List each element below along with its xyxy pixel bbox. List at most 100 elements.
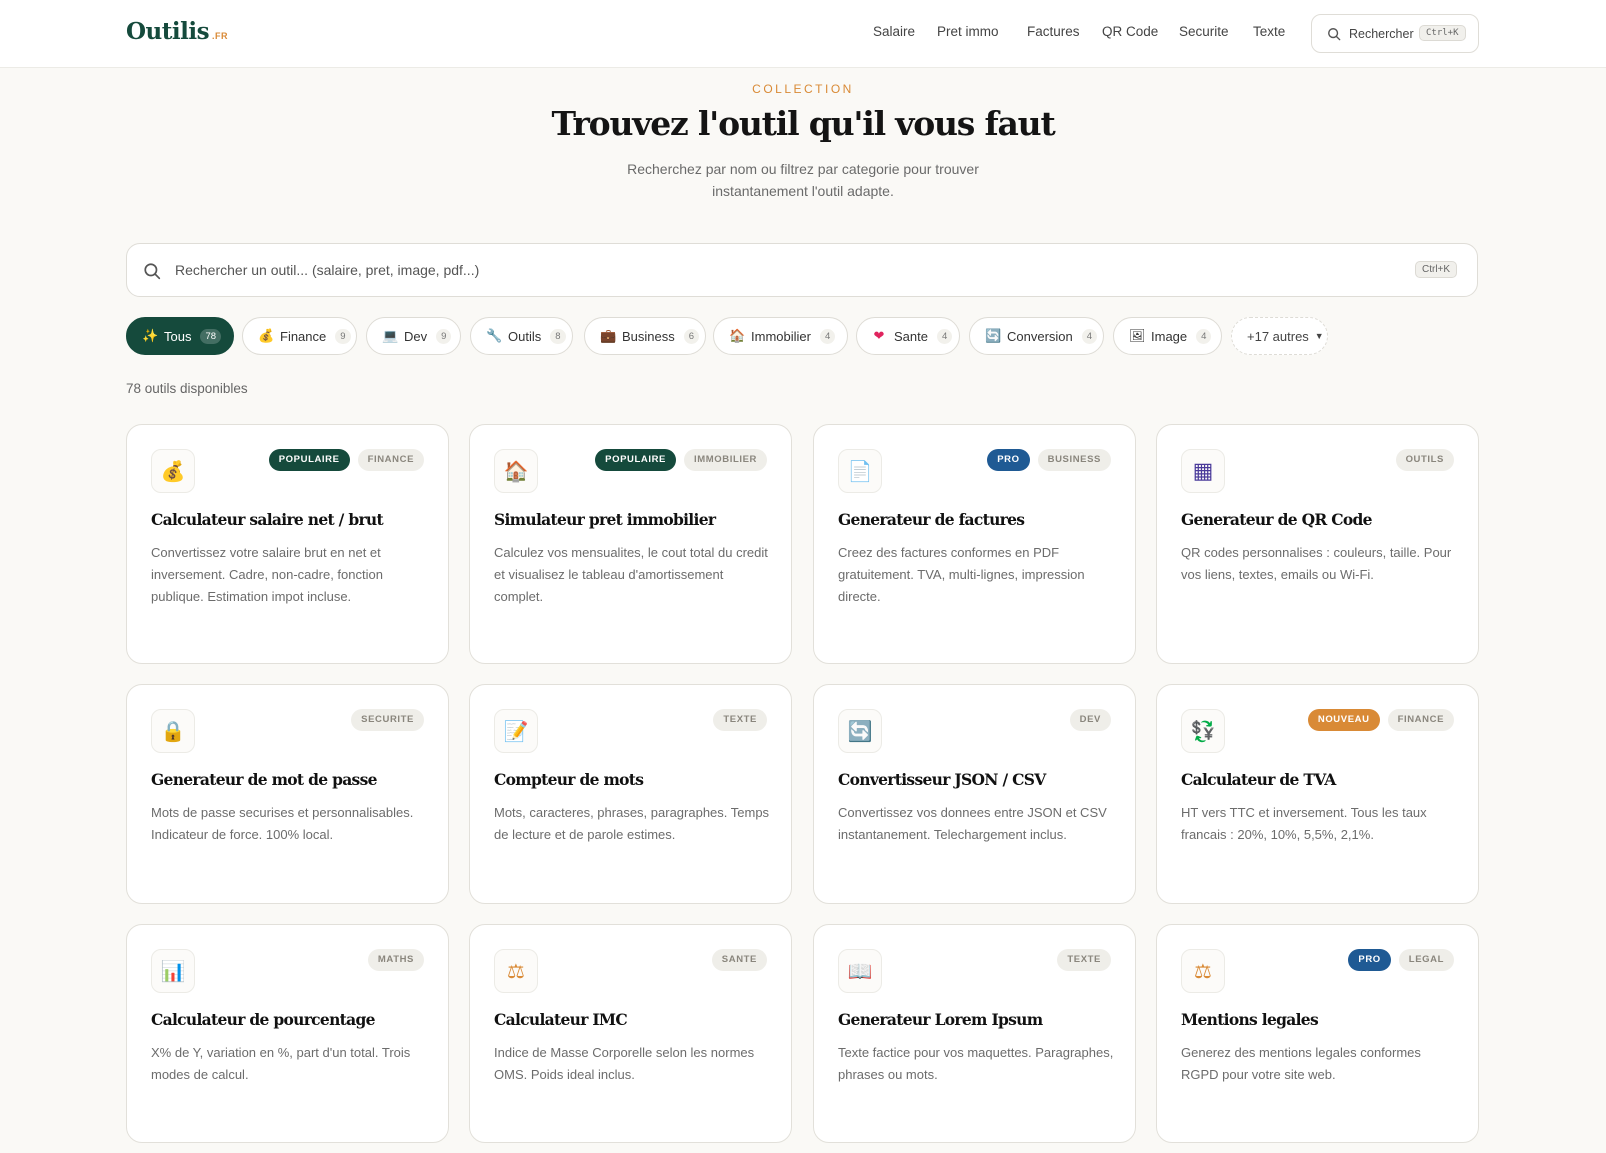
badge-category: SANTE	[711, 949, 767, 971]
nav-link-pret-immo[interactable]: Pret immo	[937, 24, 999, 39]
nav-link-texte[interactable]: Texte	[1253, 24, 1285, 39]
nav-link-securite[interactable]: Securite	[1179, 24, 1229, 39]
filter-chip-label: Conversion	[1007, 328, 1073, 344]
briefcase-icon: 💼	[600, 328, 617, 343]
money-bag-icon: 💰	[151, 449, 195, 493]
nav-link-factures[interactable]: Factures	[1027, 24, 1080, 39]
card-title: Generateur Lorem Ipsum	[838, 1010, 1043, 1029]
filter-chip-count: 9	[335, 328, 351, 344]
header-search-shortcut: Ctrl+K	[1419, 25, 1466, 41]
wrench-icon: 🔧	[486, 328, 503, 343]
card-badges: POPULAIRE IMMOBILIER	[595, 449, 767, 471]
filter-chip-label: Outils	[508, 328, 542, 344]
money-bag-icon: 💰	[258, 328, 275, 343]
tool-card[interactable]: 📝 TEXTE Compteur de mots Mots, caractere…	[469, 684, 792, 904]
tool-card[interactable]: 🔄 DEV Convertisseur JSON / CSV Convertis…	[813, 684, 1136, 904]
header-search-label: Rechercher	[1349, 27, 1414, 41]
tool-search-box[interactable]: Ctrl+K	[126, 243, 1478, 297]
badge-populaire: POPULAIRE	[268, 449, 350, 471]
filter-chip-conversion[interactable]: 🔄 Conversion 4	[969, 317, 1104, 355]
tool-card[interactable]: 📊 MATHS Calculateur de pourcentage X% de…	[126, 924, 449, 1143]
header-search-button[interactable]: Rechercher Ctrl+K	[1311, 14, 1479, 53]
card-description: Mots, caracteres, phrases, paragraphes. …	[494, 805, 770, 842]
nav-link-qr-code[interactable]: QR Code	[1102, 24, 1158, 39]
card-badges: PRO LEGAL	[1348, 949, 1454, 971]
filter-chip-label: Immobilier	[751, 328, 811, 344]
currency-exchange-icon: 💱	[1181, 709, 1225, 753]
bar-chart-icon: 📊	[151, 949, 195, 993]
filter-chip-label: Business	[622, 328, 675, 344]
card-badges: MATHS	[367, 949, 424, 971]
card-description: Convertissez votre salaire brut en net e…	[151, 545, 383, 604]
card-title: Generateur de factures	[838, 510, 1025, 529]
sparkles-icon: ✨	[142, 328, 159, 343]
filter-chip-tous[interactable]: ✨ Tous 78	[126, 317, 234, 355]
logo-tld: .FR	[212, 31, 229, 41]
filter-chip-finance[interactable]: 💰 Finance 9	[242, 317, 357, 355]
filter-chip-business[interactable]: 💼 Business 6	[584, 317, 706, 355]
filter-chip-count: 4	[1196, 328, 1212, 344]
card-title: Convertisseur JSON / CSV	[838, 770, 1046, 789]
badge-category: BUSINESS	[1037, 449, 1111, 471]
card-badges: SANTE	[711, 949, 767, 971]
badge-category: OUTILS	[1395, 449, 1454, 471]
card-description: QR codes personnalises : couleurs, taill…	[1181, 545, 1452, 582]
heart-icon: ❤	[873, 328, 885, 343]
filter-chip-label: Dev	[404, 328, 428, 344]
filter-chip-count: 4	[819, 328, 836, 344]
tool-search-shortcut: Ctrl+K	[1415, 261, 1458, 278]
convert-arrows-icon: 🔄	[985, 328, 1002, 343]
card-title: Calculateur salaire net / brut	[151, 510, 384, 529]
tool-card[interactable]: ▦ OUTILS Generateur de QR Code QR codes …	[1156, 424, 1479, 664]
filter-chip-label: Finance	[280, 328, 327, 344]
chevron-down-icon: ▼	[1314, 331, 1324, 341]
tool-card[interactable]: 📄 PRO BUSINESS Generateur de factures Cre…	[813, 424, 1136, 664]
badge-populaire: POPULAIRE	[595, 449, 676, 471]
top-header: Outilis .FR Salaire Pret immo Factures QR…	[0, 0, 1606, 68]
tool-card[interactable]: 💱 NOUVEAU FINANCE Calculateur de TVA HT v…	[1156, 684, 1479, 904]
tool-card[interactable]: 📖 TEXTE Generateur Lorem Ipsum Texte fac…	[813, 924, 1136, 1143]
convert-arrows-icon: 🔄	[838, 709, 882, 753]
filter-chip-outils[interactable]: 🔧 Outils 8	[470, 317, 573, 355]
laptop-icon: 💻	[382, 328, 399, 343]
site-logo[interactable]: Outilis .FR	[126, 18, 228, 45]
filter-chip-image[interactable]: 🖼 Image 4	[1113, 317, 1222, 355]
card-title: Calculateur de TVA	[1181, 770, 1336, 789]
card-description: HT vers TTC et inversement. Tous les tau…	[1181, 805, 1427, 842]
memo-icon: 📝	[494, 709, 538, 753]
more-filters-label: +17 autres	[1247, 328, 1309, 344]
filter-chip-sante[interactable]: ❤ Sante 4	[856, 317, 960, 355]
filter-chip-label: Tous	[164, 328, 192, 344]
badge-category: MATHS	[367, 949, 424, 971]
card-description: Creez des factures conformes en PDF grat…	[838, 545, 1085, 604]
card-title: Compteur de mots	[494, 770, 644, 789]
tool-card[interactable]: 💰 POPULAIRE FINANCE Calculateur salaire n…	[126, 424, 449, 664]
tool-search-input[interactable]	[175, 250, 1355, 290]
filter-chip-immobilier[interactable]: 🏠 Immobilier 4	[713, 317, 848, 355]
picture-icon: 🖼	[1129, 328, 1146, 343]
section-eyebrow: COLLECTION	[752, 82, 854, 96]
filter-chip-count: 6	[683, 328, 700, 344]
card-description: Generez des mentions legales conformes R…	[1181, 1045, 1421, 1082]
badge-category: TEXTE	[713, 709, 767, 731]
page-subtitle: Recherchez par nom ou filtrez par catego…	[627, 161, 979, 199]
card-title: Calculateur de pourcentage	[151, 1010, 375, 1029]
nav-link-salaire[interactable]: Salaire	[873, 24, 915, 39]
card-title: Calculateur IMC	[494, 1010, 628, 1029]
tool-card[interactable]: 🔒 SECURITE Generateur de mot de passe Mo…	[126, 684, 449, 904]
open-book-icon: 📖	[838, 949, 882, 993]
tool-card[interactable]: ⚖ PRO LEGAL Mentions legales Generez des …	[1156, 924, 1479, 1143]
tool-card[interactable]: ⚖ SANTE Calculateur IMC Indice de Masse …	[469, 924, 792, 1143]
house-icon: 🏠	[729, 328, 746, 343]
card-badges: OUTILS	[1395, 449, 1454, 471]
tool-card[interactable]: 🏠 POPULAIRE IMMOBILIER Simulateur pret im…	[469, 424, 792, 664]
more-filters-button[interactable]: +17 autres ▼	[1231, 317, 1328, 355]
badge-category: IMMOBILIER	[684, 449, 767, 471]
card-badges: POPULAIRE FINANCE	[268, 449, 424, 471]
badge-category: SECURITE	[351, 709, 424, 731]
lock-icon: 🔒	[151, 709, 195, 753]
scales-icon: ⚖	[1181, 949, 1225, 993]
card-title: Generateur de QR Code	[1181, 510, 1373, 529]
card-description: Texte factice pour vos maquettes. Paragr…	[838, 1045, 1114, 1082]
filter-chip-dev[interactable]: 💻 Dev 9	[366, 317, 461, 355]
